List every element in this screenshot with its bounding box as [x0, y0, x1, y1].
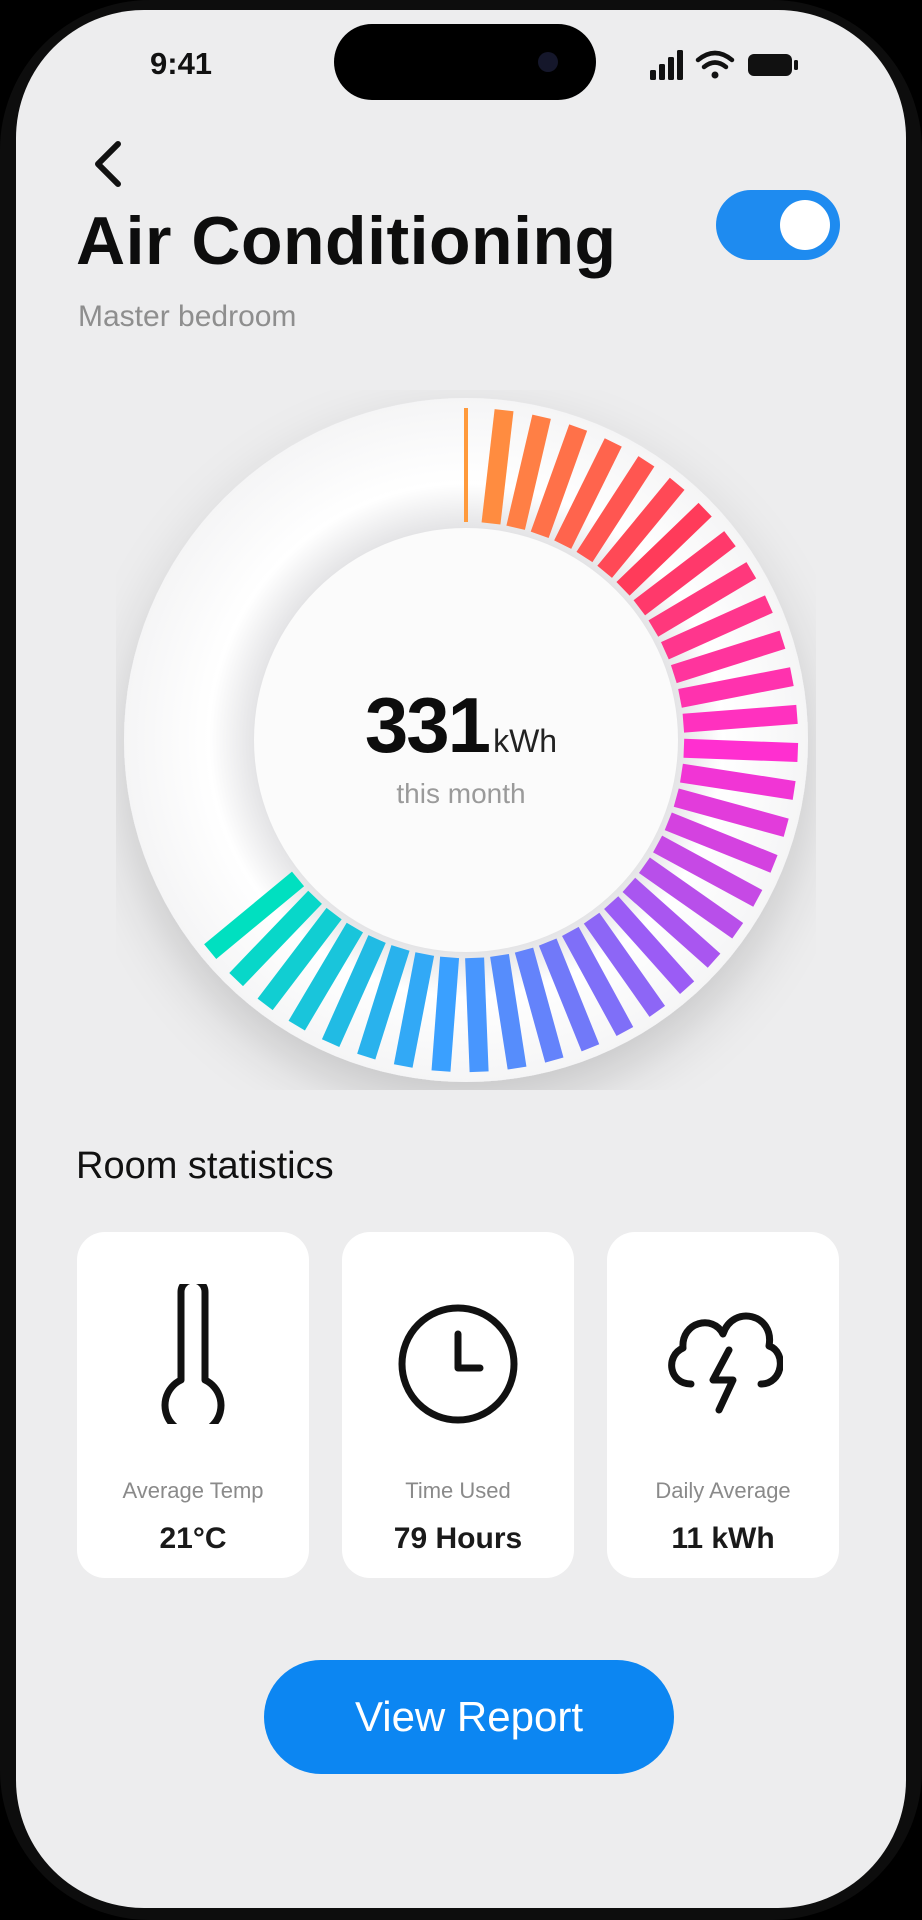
clock-icon [398, 1304, 518, 1424]
dynamic-island [334, 24, 596, 100]
chevron-left-icon [95, 141, 121, 187]
section-title-room-statistics: Room statistics [76, 1145, 334, 1187]
app-screen: 9:41 Air Conditioning Master bedroom 331… [16, 10, 906, 1908]
page-title: Air Conditioning [76, 203, 617, 279]
status-time: 9:41 [150, 46, 213, 81]
usage-value: 331 kWh [16, 680, 906, 771]
stat-value: 11 kWh [671, 1522, 775, 1555]
status-icons [650, 50, 798, 80]
toggle-knob [780, 200, 830, 250]
stat-value: 79 Hours [393, 1522, 523, 1555]
phone-frame: 9:41 Air Conditioning Master bedroom 331… [0, 0, 922, 1920]
stat-value: 21°C [159, 1522, 227, 1555]
stat-card-daily-average[interactable]: Daily Average 11 kWh [607, 1232, 839, 1578]
room-subtitle: Master bedroom [78, 300, 297, 333]
stat-card-time-used[interactable]: Time Used 79 Hours [342, 1232, 574, 1578]
gauge-tick [465, 957, 489, 1073]
gauge-tick [431, 956, 460, 1072]
usage-unit: kWh [493, 723, 558, 759]
storm-cloud-icon [668, 1312, 783, 1414]
view-report-button[interactable]: View Report [264, 1660, 674, 1774]
thermometer-icon [161, 1284, 225, 1424]
stat-label: Time Used [405, 1478, 511, 1503]
signal-icon [650, 50, 683, 80]
power-toggle[interactable] [716, 190, 840, 260]
usage-number: 331 [364, 681, 491, 769]
wifi-icon [695, 50, 735, 79]
stat-card-average-temp[interactable]: Average Temp 21°C [77, 1232, 309, 1578]
stat-label: Average Temp [122, 1478, 264, 1503]
usage-period-label: this month [396, 778, 526, 809]
battery-icon [748, 54, 798, 76]
back-button[interactable] [84, 134, 132, 194]
gauge-tick [481, 409, 514, 525]
stat-label: Daily Average [655, 1478, 791, 1503]
